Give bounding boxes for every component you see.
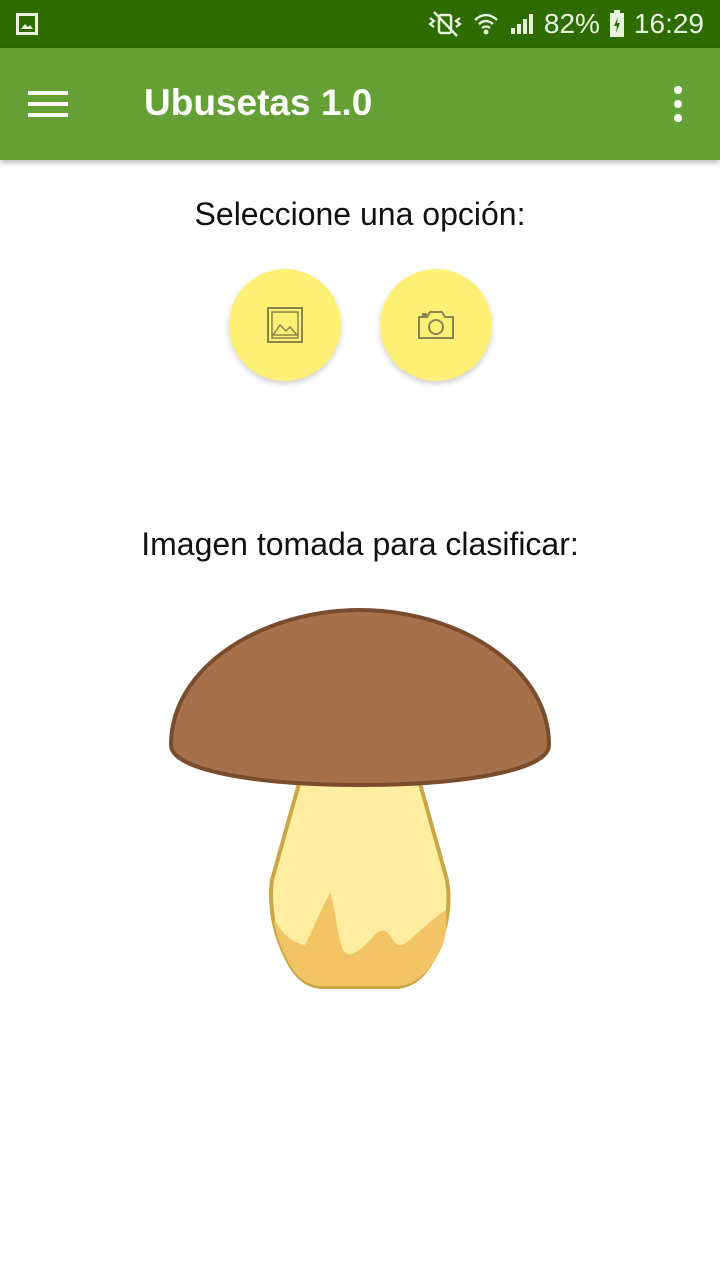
image-icon [267, 307, 303, 343]
more-vert-icon[interactable] [658, 84, 698, 124]
battery-percentage: 82% [543, 8, 600, 39]
status-time: 16:29 [633, 8, 704, 39]
hamburger-menu-icon[interactable] [20, 84, 76, 124]
status-bar: 82% 16:29 [0, 0, 720, 48]
gallery-button[interactable] [229, 269, 341, 381]
image-heading: Imagen tomada para clasificar: [141, 526, 579, 562]
camera-button[interactable] [380, 269, 492, 381]
select-option-heading: Seleccione una opción: [194, 196, 526, 232]
camera-icon [418, 311, 454, 339]
wifi-icon [472, 10, 500, 38]
signal-icon [508, 10, 536, 38]
app-bar: Ubusetas 1.0 [0, 48, 720, 160]
battery-charging-icon [608, 9, 626, 39]
mushroom-illustration [165, 605, 555, 1000]
mute-vibrate-icon [426, 10, 464, 38]
app-title: Ubusetas 1.0 [144, 82, 373, 123]
gallery-notification-icon [16, 13, 38, 35]
